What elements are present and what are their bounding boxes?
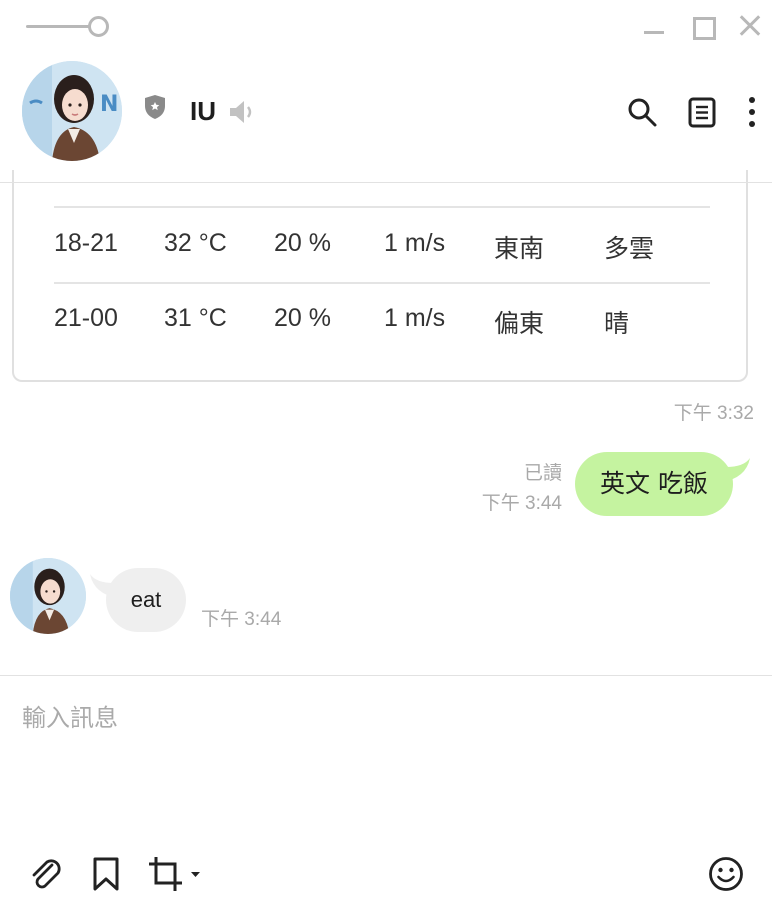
- weather-time: 21-00: [54, 304, 118, 332]
- maximize-button[interactable]: [688, 12, 716, 40]
- weather-condition: 晴: [604, 310, 630, 338]
- composer-divider: [0, 675, 772, 676]
- incoming-message-bubble[interactable]: eat: [106, 568, 186, 632]
- outgoing-message-bubble[interactable]: 英文 吃飯: [575, 452, 733, 516]
- weather-rain: 20 %: [274, 304, 331, 332]
- shield-icon: [145, 95, 165, 119]
- weather-row: 18-21 32 °C 20 % 1 m/s 東南 多雲: [54, 219, 714, 269]
- contact-name: IU: [190, 96, 216, 126]
- emoji-icon[interactable]: [708, 856, 744, 892]
- message-timestamp: 下午 3:44: [481, 493, 562, 514]
- slider-knob[interactable]: [88, 16, 109, 37]
- sender-avatar[interactable]: [10, 558, 86, 634]
- weather-card: 18-21 32 °C 20 % 1 m/s 東南 多雲 21-00 31 °C…: [12, 170, 748, 382]
- weather-condition: 多雲: [604, 235, 655, 263]
- header-divider: [0, 182, 772, 183]
- weather-wind-speed: 1 m/s: [384, 304, 446, 332]
- weather-time: 18-21: [54, 229, 118, 257]
- svg-text:N: N: [100, 92, 118, 117]
- minimize-button[interactable]: [640, 12, 668, 40]
- weather-wind-dir: 東南: [494, 235, 545, 263]
- notes-icon[interactable]: [686, 96, 718, 128]
- message-timestamp: 下午 3:32: [673, 403, 754, 424]
- close-button[interactable]: [736, 12, 764, 40]
- weather-wind-speed: 1 m/s: [384, 229, 446, 257]
- weather-rain: 20 %: [274, 229, 331, 257]
- message-timestamp: 下午 3:44: [201, 609, 282, 630]
- bookmark-icon[interactable]: [88, 856, 124, 892]
- weather-temp: 32 °C: [164, 229, 227, 257]
- more-icon[interactable]: [740, 96, 764, 128]
- search-icon[interactable]: [626, 96, 658, 128]
- attach-icon[interactable]: [28, 856, 64, 892]
- weather-row: 21-00 31 °C 20 % 1 m/s 偏東 晴: [54, 294, 714, 344]
- weather-temp: 31 °C: [164, 304, 227, 332]
- speaker-icon: [230, 101, 252, 123]
- opacity-slider[interactable]: [26, 14, 112, 38]
- weather-divider: [54, 206, 710, 208]
- contact-avatar[interactable]: N: [22, 61, 122, 161]
- slider-track: [26, 25, 90, 28]
- crop-icon[interactable]: [148, 856, 204, 892]
- weather-divider: [54, 282, 710, 284]
- read-status: 已讀: [523, 462, 562, 484]
- message-input[interactable]: [22, 698, 742, 828]
- weather-wind-dir: 偏東: [494, 310, 545, 338]
